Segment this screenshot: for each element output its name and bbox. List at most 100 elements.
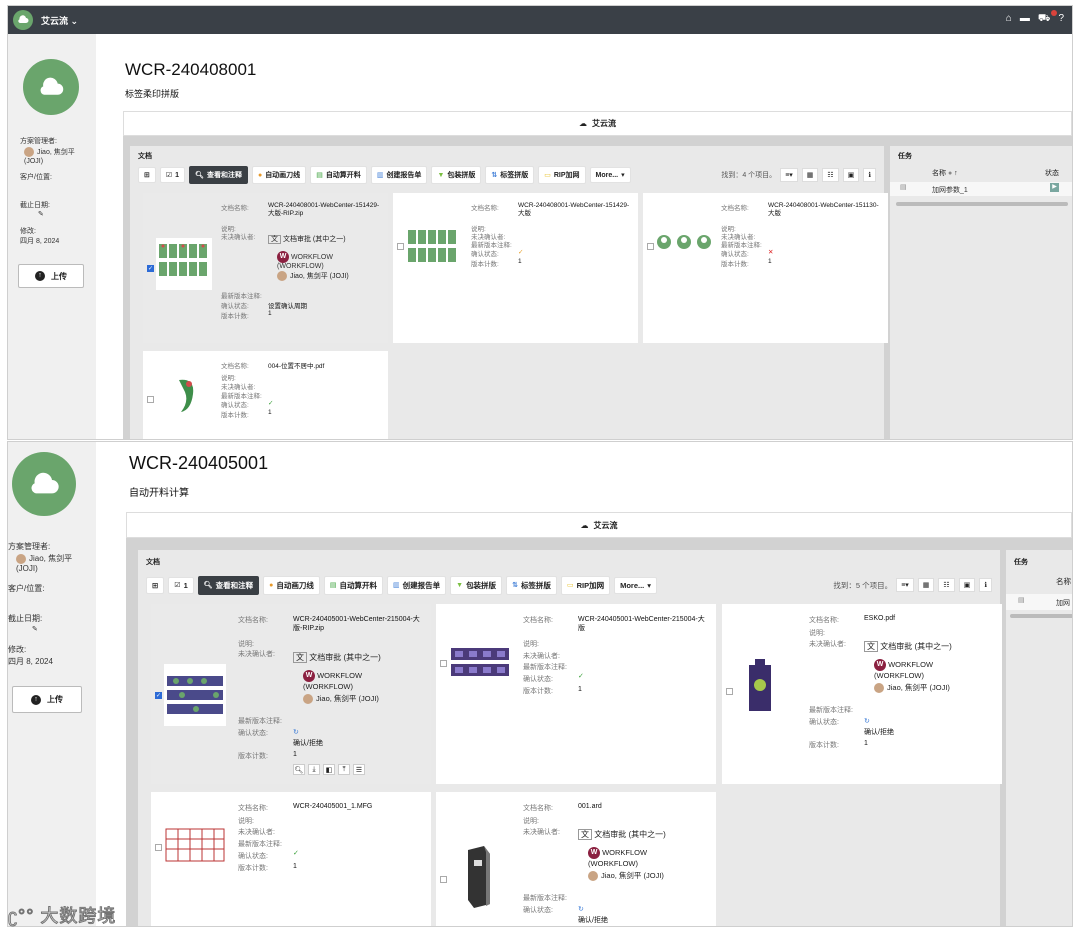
document-thumbnail[interactable]	[164, 827, 226, 863]
sort-icon[interactable]: ≡▾	[780, 168, 798, 182]
compare-icon[interactable]: ◧	[323, 764, 335, 775]
document-name[interactable]: WCR-240408001-WebCenter-151130-大版	[768, 202, 883, 218]
document-name[interactable]: WCR-240405001-WebCenter-215004-大版-RIP.zi…	[293, 615, 423, 633]
auto-calc-button[interactable]: ▤ 自动算开料	[323, 575, 383, 595]
info-icon[interactable]: ℹ	[979, 578, 992, 592]
document-card[interactable]: 文档名称: WCR-240405001-WebCenter-215004-大版 …	[436, 604, 716, 784]
upload-version-icon[interactable]: ⤒	[338, 764, 350, 775]
project-avatar	[12, 452, 76, 516]
task-scrollbar[interactable]	[896, 202, 1068, 206]
manager-label: 方案管理者:	[20, 138, 57, 145]
approve-reject-link[interactable]: 确认/拒绝	[864, 727, 894, 737]
name-label: 文档名称:	[238, 805, 268, 812]
view-icon[interactable]: 🔍︎	[293, 764, 305, 775]
card-checkbox[interactable]	[647, 243, 654, 250]
approve-reject-link[interactable]: 确认/拒绝	[578, 915, 608, 925]
upload-button[interactable]: ↑ 上传	[18, 264, 84, 288]
edit-due-icon[interactable]: ✎	[38, 210, 44, 219]
document-thumbnail[interactable]	[656, 228, 712, 258]
document-name[interactable]: WCR-240405001_1.MFG	[293, 803, 372, 810]
manager-user[interactable]: Jiao, 焦剑平 (JOJI)	[24, 147, 94, 166]
card-checkbox[interactable]	[440, 660, 447, 667]
pack-layout-button[interactable]: ▼ 包装拼版	[450, 575, 503, 595]
document-thumbnail[interactable]	[156, 238, 212, 290]
card-checkbox[interactable]	[397, 243, 404, 250]
thumbnail-icon[interactable]: ▦	[801, 168, 819, 182]
card-checkbox[interactable]	[147, 265, 154, 272]
document-card[interactable]: 文档名称: WCR-240408001-WebCenter-151429-大版 …	[393, 193, 638, 343]
list-view-icon[interactable]: ☷	[938, 578, 955, 592]
approve-reject-link[interactable]: 确认/拒绝	[293, 738, 323, 748]
auto-knife-button[interactable]: ● 自动画刀线	[263, 575, 320, 595]
document-name[interactable]: 001.ard	[578, 803, 602, 810]
auto-knife-button[interactable]: ● 自动画刀线	[251, 166, 307, 184]
task-col-name[interactable]: 名称 ● ↑	[932, 168, 958, 178]
desc-label: 说明:	[238, 818, 254, 825]
task-col-status[interactable]: 状态	[1045, 168, 1059, 178]
more-menu[interactable]: More... ▾	[589, 167, 631, 183]
chat-icon[interactable]: ▬	[1020, 13, 1038, 24]
card-checkbox[interactable]	[726, 688, 733, 695]
document-thumbnail[interactable]	[449, 646, 511, 680]
label-layout-button[interactable]: ⇅ 标签拼版	[506, 575, 557, 595]
selected-count[interactable]: ☑ 1	[159, 167, 186, 183]
home-icon[interactable]: ⌂	[1006, 13, 1020, 24]
task-row[interactable]: ▤ 加网	[1006, 594, 1072, 610]
document-name[interactable]: 004-位置不居中.pdf	[268, 360, 324, 370]
found-count: 找到：5 个项目。	[833, 580, 893, 590]
document-name[interactable]: WCR-240408001-WebCenter-151429-大版-RIP.zi…	[268, 202, 383, 218]
document-thumbnail[interactable]	[460, 844, 496, 910]
approval-status[interactable]: 设置确认周期	[268, 300, 307, 310]
thumbnail-icon[interactable]: ▦	[917, 578, 935, 592]
create-report-button[interactable]: ▥ 创建报告单	[370, 166, 428, 184]
grid-view-icon[interactable]: ⊞	[146, 576, 165, 594]
document-card[interactable]: 文档名称: WCR-240405001-WebCenter-215004-大版-…	[151, 604, 431, 784]
pack-layout-button[interactable]: ▼ 包装拼版	[431, 166, 482, 184]
upload-button[interactable]: ↑ 上传	[12, 686, 82, 713]
document-name[interactable]: WCR-240405001-WebCenter-215004-大版	[578, 615, 708, 633]
task-col-name[interactable]: 名称	[1056, 576, 1071, 587]
create-report-button[interactable]: ▥ 创建报告单	[387, 575, 447, 595]
document-card[interactable]: 文档名称: 004-位置不居中.pdf 说明: 未决确认者: 最新版本注释: 确…	[143, 351, 388, 439]
rip-button[interactable]: ▭ RIP加网	[538, 166, 586, 184]
workflow-avatar: W	[277, 251, 289, 263]
help-icon[interactable]: ?	[1058, 13, 1072, 24]
document-card[interactable]: 文档名称: WCR-240405001_1.MFG 说明: 未决确认者: 最新版…	[151, 792, 431, 926]
view-annotate-button[interactable]: 🔍︎ 查看和注释	[189, 166, 248, 184]
view-annotate-button[interactable]: 🔍︎ 查看和注释	[197, 575, 260, 595]
card-checkbox[interactable]	[155, 844, 162, 851]
document-card[interactable]: 文档名称: WCR-240408001-WebCenter-151429-大版-…	[143, 193, 388, 343]
rip-button[interactable]: ▭ RIP加网	[560, 575, 611, 595]
card-checkbox[interactable]	[147, 396, 154, 403]
manager-user[interactable]: Jiao, 焦剑平 (JOJI)	[16, 554, 94, 573]
card-checkbox[interactable]	[440, 876, 447, 883]
document-card[interactable]: 文档名称: WCR-240408001-WebCenter-151130-大版 …	[643, 193, 888, 343]
sort-icon[interactable]: ≡▾	[896, 578, 914, 592]
details-icon[interactable]: ☰	[353, 764, 365, 775]
document-card[interactable]: 文档名称: 001.ard 说明: 未决确认者: 文 文档审批 (其中之一) W…	[436, 792, 716, 926]
document-thumbnail[interactable]	[173, 376, 201, 416]
grid-view-icon[interactable]: ⊞	[138, 167, 156, 183]
download-icon[interactable]: ⤓	[308, 764, 320, 775]
document-thumbnail[interactable]	[747, 659, 773, 717]
list-view-icon[interactable]: ☷	[822, 168, 839, 182]
document-name[interactable]: ESKO.pdf	[864, 615, 895, 622]
tasks-header: 任务	[1014, 559, 1028, 566]
brand-menu[interactable]: 艾云流 ⌄	[41, 14, 78, 27]
selected-count[interactable]: ☑ 1	[168, 576, 194, 594]
document-thumbnail[interactable]	[164, 664, 226, 726]
task-row[interactable]: ▤ 加网参数_1 ▶	[890, 182, 1072, 196]
more-menu[interactable]: More... ▾	[614, 576, 658, 594]
edit-due-icon[interactable]: ✎	[32, 625, 38, 634]
document-name[interactable]: WCR-240408001-WebCenter-151429-大版	[518, 202, 633, 218]
document-thumbnail[interactable]	[406, 228, 462, 266]
window-icon[interactable]: ▣	[842, 168, 860, 182]
cloud-logo-icon[interactable]	[13, 10, 33, 30]
task-scrollbar[interactable]	[1010, 614, 1072, 618]
window-icon[interactable]: ▣	[958, 578, 976, 592]
auto-calc-button[interactable]: ▤ 自动算开料	[310, 166, 367, 184]
document-card[interactable]: 文档名称: ESKO.pdf 说明: 未决确认者: 文 文档审批 (其中之一) …	[722, 604, 1002, 784]
card-checkbox[interactable]	[155, 692, 162, 699]
info-icon[interactable]: ℹ	[863, 168, 876, 182]
label-layout-button[interactable]: ⇅ 标签拼版	[485, 166, 535, 184]
